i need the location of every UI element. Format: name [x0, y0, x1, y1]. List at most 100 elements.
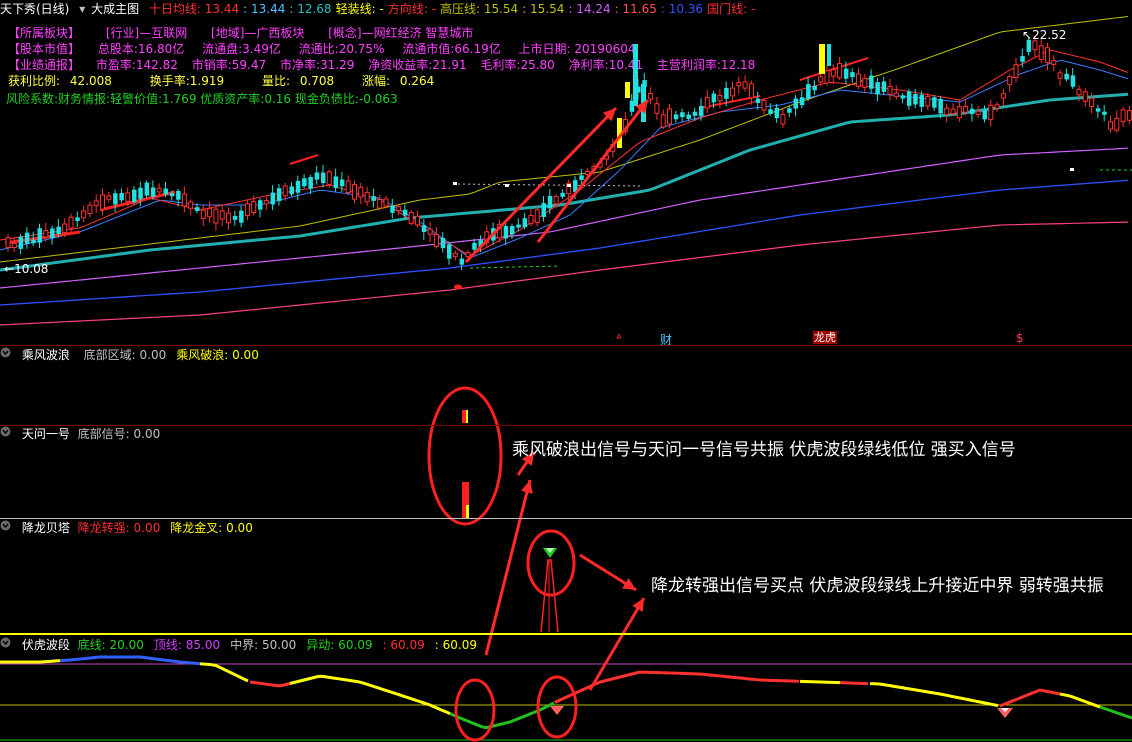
ma-ten-day-blue [0, 59, 1129, 258]
candle-body [748, 83, 754, 99]
candle-body [1064, 73, 1069, 80]
candle-body [244, 203, 250, 216]
candle-body [856, 73, 861, 87]
oscillator-segment [289, 674, 451, 716]
candle-body [251, 201, 257, 214]
candle-body [119, 192, 124, 201]
gear-icon[interactable] [0, 426, 14, 439]
candle-body [408, 212, 414, 224]
candle-body [1095, 108, 1101, 112]
candle-body [975, 110, 981, 115]
annotation-text-2: 降龙转强出信号买点 伏虎波段绿线上升接近中界 弱转强共振 [651, 576, 1104, 596]
candle-body [938, 98, 943, 114]
candle-body [1032, 40, 1038, 51]
candle-body [113, 193, 118, 205]
candle-body [352, 184, 357, 200]
candle-body [768, 109, 773, 114]
candle-body [258, 200, 263, 210]
candle-body [818, 76, 824, 83]
candle-body [144, 182, 150, 196]
panel-value: 中界: 50.00 [230, 638, 297, 652]
candle-body [31, 239, 36, 244]
candle-body [827, 44, 831, 66]
signal-bar [466, 505, 469, 518]
candle-body [869, 75, 874, 89]
candle-body [699, 105, 704, 117]
gear-icon[interactable] [0, 347, 14, 360]
candle-body [433, 234, 439, 248]
candle-body [37, 228, 42, 243]
ranking-event-marker[interactable]: 龙虎 [813, 331, 837, 344]
candle-body [724, 87, 729, 99]
signal-dot [567, 184, 571, 187]
candle-body [1013, 64, 1019, 79]
candle-body [862, 77, 868, 88]
panel-value: : 60.09 [382, 638, 425, 652]
candle-body [472, 242, 477, 250]
candle-body [1102, 111, 1107, 115]
candle-body [1020, 56, 1025, 62]
ma-band-pink [0, 221, 1129, 326]
candle-body [150, 187, 156, 197]
gear-icon[interactable] [0, 520, 14, 533]
candle-body [43, 230, 49, 238]
candle-body [1114, 117, 1120, 131]
candle-body [1120, 109, 1126, 123]
candle-body [893, 92, 899, 98]
candle-body [850, 72, 855, 78]
candle-body [925, 95, 931, 107]
ma-dash-green [469, 265, 561, 269]
ma-band-blue [0, 179, 1129, 306]
candle-body [780, 113, 786, 125]
candle-body [62, 223, 68, 234]
candle-body [547, 195, 553, 209]
event-up-marker-icon[interactable]: ⩓ [616, 331, 622, 342]
panel-header-p1: 乘风波浪 底部区域: 0.00 乘风破浪: 0.00 [0, 347, 279, 363]
candle-body [654, 103, 660, 114]
oscillator-segment [999, 688, 1061, 708]
candle-body [321, 172, 326, 184]
candle-body [213, 208, 219, 224]
candle-body [276, 188, 282, 202]
candle-body [806, 84, 811, 99]
candle-body [345, 180, 351, 194]
panel-title[interactable]: 降龙贝塔 [22, 521, 70, 535]
candle-body [686, 114, 691, 119]
candle-body [522, 218, 528, 228]
panel-title[interactable]: 天问一号 [22, 427, 70, 441]
candle-body [390, 205, 395, 213]
high-price-label: ↖22.52 [1022, 28, 1067, 42]
candle-body [680, 112, 685, 118]
oscillator-segment [839, 681, 869, 686]
panel-title[interactable]: 乘风波浪 [22, 348, 70, 362]
panel-value: 乘风破浪: 0.00 [176, 348, 259, 362]
oscillator-segment [0, 659, 61, 664]
candle-body [421, 225, 427, 233]
candle-body [774, 107, 780, 119]
candle-body [717, 94, 723, 102]
dollar-event-marker[interactable]: $ [1016, 331, 1024, 345]
candle-body [541, 203, 546, 217]
candle-body [1045, 47, 1050, 64]
panel-title[interactable]: 伏虎波段 [22, 638, 70, 652]
chart-canvas[interactable] [0, 0, 1132, 742]
candle-body [302, 178, 307, 187]
candle-body [1089, 97, 1095, 107]
signal-dot [1070, 168, 1074, 171]
candle-body [452, 252, 458, 257]
trend-red-segment [289, 154, 319, 165]
candle-body [516, 224, 521, 228]
candle-body [314, 172, 320, 180]
candle-body [711, 93, 717, 103]
candle-body [1082, 91, 1088, 102]
candle-body [881, 81, 887, 92]
candle-body [819, 44, 825, 74]
gear-icon[interactable] [0, 637, 14, 650]
panel-value: 降龙金叉: 0.00 [170, 521, 253, 535]
candle-body [919, 94, 924, 107]
candle-body [106, 195, 112, 200]
candle-body [195, 207, 200, 212]
candle-body [730, 87, 735, 97]
oscillator-segment [59, 655, 201, 666]
candle-body [87, 204, 93, 215]
